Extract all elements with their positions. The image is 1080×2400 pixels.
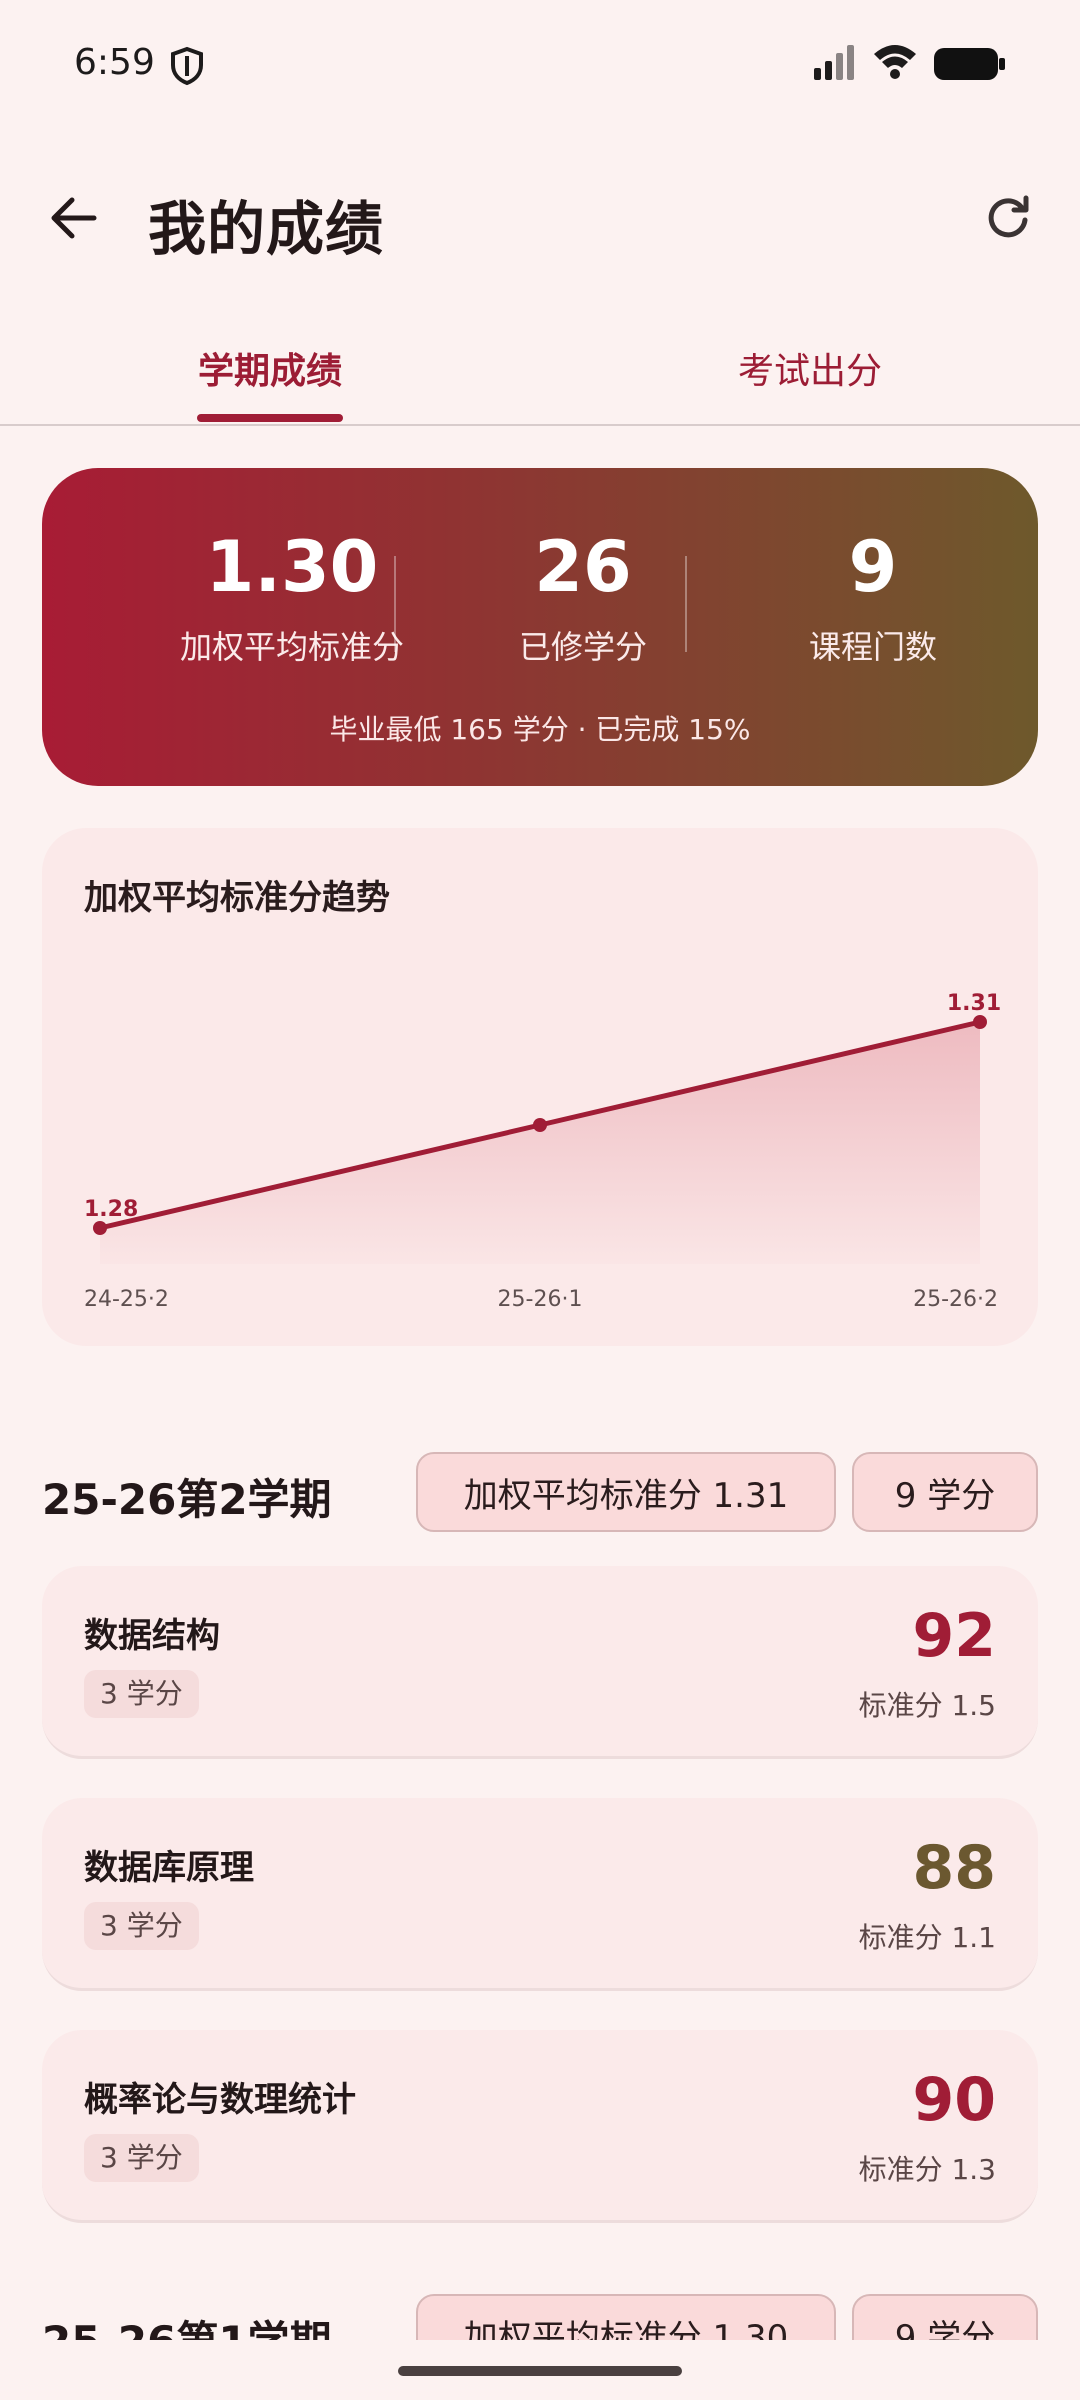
tab-semester-grades[interactable]: 学期成绩	[0, 320, 540, 424]
trend-chart: 1.28 24-25·2 25-26·1 1.31 25-26·2	[84, 991, 1001, 1312]
semester-gpa-chip: 加权平均标准分 1.31	[416, 1452, 836, 1532]
course-score: 92	[912, 1601, 997, 1671]
graduation-progress-text: 毕业最低 165 学分 · 已完成 15%	[329, 713, 751, 746]
divider	[685, 556, 687, 652]
course-standard-score: 标准分 1.5	[858, 1689, 996, 1722]
course-name: 数据库原理	[84, 1848, 254, 1888]
status-bar: 6:59	[0, 0, 1080, 130]
divider	[394, 556, 396, 652]
semester-title: 25-26第2学期	[42, 1475, 332, 1524]
tab-exam-results[interactable]: 考试出分	[540, 320, 1080, 424]
semester-title: 25-26第1学期	[42, 2308, 332, 2340]
course-credit-badge: 3 学分	[84, 1670, 199, 1718]
course-standard-score: 标准分 1.3	[858, 2153, 996, 2186]
app-bar: 我的成绩	[0, 170, 1080, 270]
tab-bar: 学期成绩 考试出分	[0, 320, 1080, 426]
course-credit-badge: 3 学分	[84, 2134, 199, 2182]
back-button[interactable]	[44, 188, 104, 248]
battery-icon	[934, 48, 1006, 84]
trend-area	[100, 1022, 980, 1264]
x-tick-label: 25-26·1	[498, 1287, 583, 1312]
x-tick-label: 24-25·2	[84, 1287, 169, 1312]
semester-header: 25-26第1学期 加权平均标准分 1.30 9 学分	[0, 2294, 1080, 2340]
course-score: 88	[912, 1833, 997, 1903]
course-name: 概率论与数理统计	[84, 2080, 356, 2120]
course-card[interactable]: 概率论与数理统计 3 学分 90 标准分 1.3	[42, 2030, 1038, 2223]
semester-credit-chip: 9 学分	[852, 1452, 1038, 1532]
x-tick-label: 25-26·2	[913, 1287, 998, 1312]
courses-value: 9	[848, 526, 898, 608]
trend-card: 加权平均标准分趋势 1.28 24-25·2 25-26·1 1.31 25-26·2	[42, 828, 1038, 1346]
semester-header: 25-26第2学期 加权平均标准分 1.31 9 学分	[0, 1452, 1080, 1536]
semester-credit-chip: 9 学分	[852, 2294, 1038, 2340]
wifi-icon	[872, 42, 918, 84]
trend-point	[973, 1015, 987, 1029]
trend-point-label: 1.31	[947, 991, 1001, 1016]
course-card[interactable]: 数据结构 3 学分 92 标准分 1.5	[42, 1566, 1038, 1759]
semester-list[interactable]: 25-26第2学期 加权平均标准分 1.31 9 学分 数据结构 3 学分 92…	[0, 1452, 1080, 2340]
tab-indicator	[197, 414, 343, 422]
signal-icon	[814, 44, 860, 84]
trend-point	[93, 1221, 107, 1235]
course-card[interactable]: 数据库原理 3 学分 88 标准分 1.1	[42, 1798, 1038, 1991]
page-title: 我的成绩	[148, 195, 385, 263]
refresh-button[interactable]	[978, 188, 1038, 248]
shield-icon	[170, 46, 204, 90]
course-standard-score: 标准分 1.1	[858, 1921, 996, 1954]
course-credit-badge: 3 学分	[84, 1902, 199, 1950]
home-indicator[interactable]	[398, 2366, 682, 2376]
status-time: 6:59	[74, 42, 155, 83]
course-name: 数据结构	[84, 1616, 220, 1656]
courses-label: 课程门数	[808, 628, 937, 666]
arrow-left-icon	[51, 197, 97, 239]
course-score: 90	[912, 2065, 997, 2135]
summary-card: 1.30 加权平均标准分 26 已修学分 9 课程门数 毕业最低 165 学分 …	[42, 468, 1038, 786]
semester-gpa-chip: 加权平均标准分 1.30	[416, 2294, 836, 2340]
refresh-icon	[988, 195, 1029, 238]
trend-point-label: 1.28	[84, 1197, 138, 1222]
courses-stat: 9 课程门数	[728, 532, 1018, 668]
trend-point	[533, 1118, 547, 1132]
